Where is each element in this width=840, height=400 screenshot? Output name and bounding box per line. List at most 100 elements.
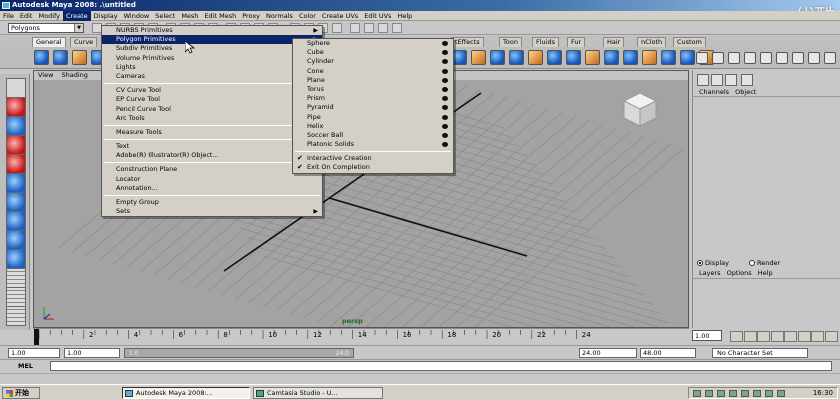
animation-start-field[interactable]: 1.00 (8, 348, 60, 358)
menu-edit[interactable]: Edit (17, 11, 36, 21)
shelf-tool-icon[interactable] (53, 50, 68, 65)
menu-item-soccer-ball[interactable]: Soccer Ball (293, 131, 453, 140)
step-forward-key-icon[interactable] (797, 331, 811, 342)
play-backward-icon[interactable] (770, 331, 784, 342)
menu-item-exit-on-completion[interactable]: ✔ Exit On Completion (293, 163, 453, 172)
layout-icon[interactable] (696, 52, 708, 64)
go-to-end-icon[interactable] (824, 331, 838, 342)
command-input[interactable] (50, 361, 832, 371)
command-language-label[interactable]: MEL (18, 362, 33, 370)
menu-item-cone[interactable]: Cone (293, 67, 453, 76)
menu-item-ep-curve-tool[interactable]: EP Curve Tool (102, 95, 322, 104)
shelf-tab-fur[interactable]: Fur (567, 37, 586, 47)
menu-normals[interactable]: Normals (263, 11, 296, 21)
menu-item-prism[interactable]: Prism (293, 94, 453, 103)
menu-item-polygon-primitives[interactable]: Polygon Primitives▶ (102, 35, 322, 45)
layout-icon[interactable] (792, 52, 804, 64)
shelf-tool-icon[interactable] (452, 50, 467, 65)
layout-icon[interactable] (824, 52, 836, 64)
menu-display[interactable]: Display (91, 11, 121, 21)
menu-edit-uvs[interactable]: Edit UVs (361, 11, 394, 21)
rotate-tool-icon[interactable] (6, 154, 26, 174)
menu-item-text[interactable]: Text (102, 142, 322, 151)
menu-item-adobe-r-illustrator-r-object[interactable]: Adobe(R) Illustrator(R) Object... (102, 151, 322, 160)
shelf-tool-icon[interactable] (623, 50, 638, 65)
panel-menu-view[interactable]: View (38, 71, 53, 79)
status-line-icon[interactable] (378, 23, 388, 33)
view-cube[interactable] (620, 89, 660, 129)
option-box-icon[interactable] (442, 68, 448, 74)
option-box-icon[interactable] (442, 123, 448, 129)
menu-item-cube[interactable]: Cube (293, 48, 453, 57)
menu-item-subdiv-primitives[interactable]: Subdiv Primitives▶ (102, 44, 322, 53)
channel-box-menu-object[interactable]: Object (735, 88, 756, 96)
playback-start-field[interactable]: 1.00 (64, 348, 120, 358)
menu-item-helix[interactable]: Helix (293, 122, 453, 131)
option-box-icon[interactable] (442, 96, 448, 102)
tray-icon[interactable] (693, 390, 701, 397)
shelf-tool-icon[interactable] (604, 50, 619, 65)
menu-set-select[interactable]: Polygons ▼ (8, 23, 84, 33)
layout-icon[interactable] (808, 52, 820, 64)
menu-proxy[interactable]: Proxy (239, 11, 263, 21)
channel-box-icon[interactable] (697, 74, 709, 86)
scale-tool-icon[interactable] (6, 173, 26, 193)
playback-end-field[interactable]: 24.00 (579, 348, 637, 358)
menu-item-torus[interactable]: Torus (293, 85, 453, 94)
menu-item-lights[interactable]: Lights▶ (102, 63, 322, 72)
layout-outliner-icon[interactable] (6, 306, 26, 326)
tray-icon[interactable] (717, 390, 725, 397)
layout-icon[interactable] (776, 52, 788, 64)
shelf-tab-fluids[interactable]: Fluids (532, 37, 559, 47)
layout-icon[interactable] (728, 52, 740, 64)
paint-select-icon[interactable] (6, 116, 26, 136)
layout-single-icon[interactable] (6, 249, 26, 269)
option-box-icon[interactable] (442, 77, 448, 83)
menu-item-pencil-curve-tool[interactable]: Pencil Curve Tool (102, 105, 322, 114)
menu-item-plane[interactable]: Plane (293, 76, 453, 85)
menu-color[interactable]: Color (296, 11, 319, 21)
shelf-tab-hair[interactable]: Hair (603, 37, 625, 47)
option-box-icon[interactable] (442, 114, 448, 120)
status-line-icon[interactable] (392, 23, 402, 33)
menu-item-pipe[interactable]: Pipe (293, 113, 453, 122)
step-forward-icon[interactable] (811, 331, 824, 342)
menu-item-pyramid[interactable]: Pyramid (293, 103, 453, 112)
shelf-tool-icon[interactable] (72, 50, 87, 65)
menu-item-construction-plane[interactable]: Construction Plane (102, 165, 322, 174)
current-time-marker[interactable] (34, 329, 39, 345)
menu-item-interactive-creation[interactable]: ✔ Interactive Creation (293, 154, 453, 163)
time-slider[interactable]: 2 4 6 8 10 12 14 16 18 20 22 24 (33, 328, 689, 345)
option-box-icon[interactable] (442, 41, 448, 46)
menu-item-measure-tools[interactable]: Measure Tools▶ (102, 128, 322, 137)
shelf-tab-ncloth[interactable]: nCloth (637, 37, 667, 47)
shelf-tab-teffects[interactable]: tEffects (451, 37, 484, 47)
menu-item-empty-group[interactable]: Empty Group (102, 198, 322, 207)
tray-icon[interactable] (777, 390, 785, 397)
shelf-tab-general[interactable]: General (32, 37, 66, 47)
go-to-start-icon[interactable] (730, 331, 743, 342)
menu-item-cameras[interactable]: Cameras▶ (102, 72, 322, 81)
layout-icon[interactable] (760, 52, 772, 64)
menu-mesh[interactable]: Mesh (178, 11, 201, 21)
layers-icon[interactable] (741, 74, 753, 86)
soft-mod-icon[interactable] (6, 230, 26, 250)
layout-icon[interactable] (744, 52, 756, 64)
radio-render[interactable]: Render (749, 259, 780, 267)
option-box-icon[interactable] (442, 50, 448, 56)
tray-icon[interactable] (729, 390, 737, 397)
menu-item-arc-tools[interactable]: Arc Tools▶ (102, 114, 322, 123)
menu-file[interactable]: File (0, 11, 17, 21)
menu-item-volume-primitives[interactable]: Volume Primitives▶ (102, 54, 322, 63)
layout-side-icon[interactable] (6, 287, 26, 307)
shelf-tool-icon[interactable] (661, 50, 676, 65)
tray-icon[interactable] (753, 390, 761, 397)
step-back-icon[interactable] (743, 331, 757, 342)
shelf-tool-icon[interactable] (471, 50, 486, 65)
menu-item-cylinder[interactable]: Cylinder (293, 57, 453, 66)
tray-icon[interactable] (741, 390, 749, 397)
current-frame-field[interactable]: 1.00 (692, 330, 722, 341)
shelf-tool-icon[interactable] (490, 50, 505, 65)
shelf-tool-icon[interactable] (642, 50, 657, 65)
tray-icon[interactable] (765, 390, 773, 397)
